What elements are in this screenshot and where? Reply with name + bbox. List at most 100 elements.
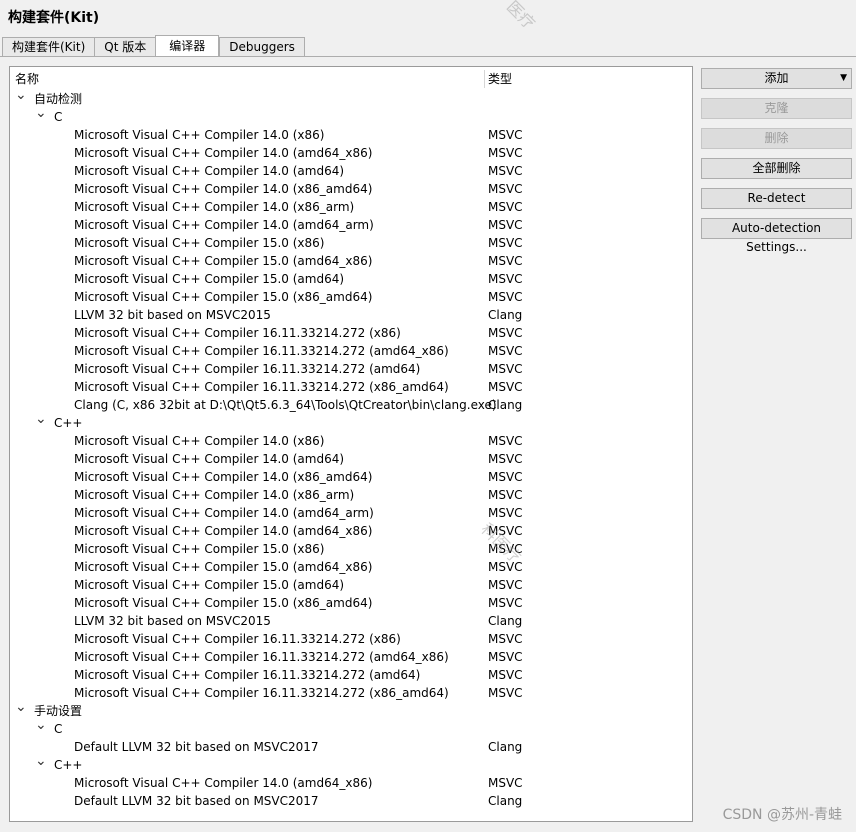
tree-row[interactable]: Microsoft Visual C++ Compiler 15.0 (amd6… [10,558,692,576]
tab-qt-versions[interactable]: Qt 版本 [94,37,156,56]
tree-row-type: MSVC [488,470,523,484]
tree-row-type: Clang [488,740,523,754]
column-header-type[interactable]: 类型 [488,70,512,88]
tree-row[interactable]: Microsoft Visual C++ Compiler 15.0 (x86)… [10,540,692,558]
tree-row-name: Microsoft Visual C++ Compiler 16.11.3321… [74,380,449,394]
tree-row-name: Microsoft Visual C++ Compiler 16.11.3321… [74,344,449,358]
remove-all-button[interactable]: 全部删除 [701,158,852,179]
tree-row[interactable]: Microsoft Visual C++ Compiler 16.11.3321… [10,666,692,684]
chevron-down-icon[interactable]: ⌄ [35,754,47,774]
tree-row-type: MSVC [488,290,523,304]
tree-group-row[interactable]: ⌄ C++ [10,754,692,774]
tree-row[interactable]: Microsoft Visual C++ Compiler 14.0 (amd6… [10,216,692,234]
tree-row-name: Microsoft Visual C++ Compiler 14.0 (amd6… [74,524,373,538]
tree-row-name: LLVM 32 bit based on MSVC2015 [74,614,271,628]
tree-row-name: Microsoft Visual C++ Compiler 14.0 (x86) [74,128,325,142]
tree-row[interactable]: Microsoft Visual C++ Compiler 14.0 (amd6… [10,162,692,180]
tree-row[interactable]: Microsoft Visual C++ Compiler 14.0 (x86_… [10,468,692,486]
page-title: 构建套件(Kit) [8,10,100,26]
tree-row[interactable]: Microsoft Visual C++ Compiler 15.0 (amd6… [10,252,692,270]
chevron-down-icon[interactable]: ⌄ [15,88,27,108]
remove-button[interactable]: 删除 [701,128,852,149]
compiler-tree[interactable]: 名称 类型 ⌄ 自动检测 ⌄ C Microsoft Visual C++ Compil… [9,66,693,822]
tree-row[interactable]: Microsoft Visual C++ Compiler 14.0 (amd6… [10,774,692,792]
tree-row-type: MSVC [488,344,523,358]
tree-row[interactable]: Microsoft Visual C++ Compiler 15.0 (x86_… [10,594,692,612]
tree-group-row[interactable]: ⌄ 自动检测 [10,88,692,108]
tree-row-name: Default LLVM 32 bit based on MSVC2017 [74,794,319,808]
chevron-down-icon[interactable]: ⌄ [15,700,27,720]
tree-row-name: Microsoft Visual C++ Compiler 16.11.3321… [74,686,449,700]
tree-row[interactable]: Microsoft Visual C++ Compiler 14.0 (x86_… [10,198,692,216]
tree-row-name: C++ [54,758,83,772]
tree-row-type: Clang [488,308,523,322]
tree-row[interactable]: LLVM 32 bit based on MSVC2015 Clang [10,612,692,630]
tree-row-name: Microsoft Visual C++ Compiler 16.11.3321… [74,650,449,664]
tree-row[interactable]: Microsoft Visual C++ Compiler 14.0 (x86)… [10,432,692,450]
tree-row-name: Microsoft Visual C++ Compiler 15.0 (amd6… [74,560,373,574]
chevron-down-icon[interactable]: ⌄ [35,412,47,432]
tree-row-name: Microsoft Visual C++ Compiler 15.0 (x86) [74,542,325,556]
column-header-name[interactable]: 名称 [15,70,39,88]
tree-group-row[interactable]: ⌄ C [10,718,692,738]
tree-row[interactable]: Microsoft Visual C++ Compiler 15.0 (x86)… [10,234,692,252]
tree-row[interactable]: LLVM 32 bit based on MSVC2015 Clang [10,306,692,324]
redetect-button[interactable]: Re-detect [701,188,852,209]
tree-row-type: MSVC [488,128,523,142]
tree-row[interactable]: Microsoft Visual C++ Compiler 16.11.3321… [10,684,692,702]
tree-row-name: Microsoft Visual C++ Compiler 14.0 (x86_… [74,470,373,484]
chevron-down-icon[interactable]: ⌄ [35,106,47,126]
column-separator[interactable] [484,70,485,88]
tree-group-row[interactable]: ⌄ C [10,106,692,126]
tree-row-name: Microsoft Visual C++ Compiler 14.0 (x86) [74,434,325,448]
tree-group-row[interactable]: ⌄ C++ [10,412,692,432]
tree-row-type: MSVC [488,452,523,466]
triangle-down-icon: ▼ [840,73,847,83]
tree-row[interactable]: Microsoft Visual C++ Compiler 15.0 (x86_… [10,288,692,306]
tree-row-type: MSVC [488,776,523,790]
tab-bar: 构建套件(Kit) Qt 版本 编译器 Debuggers [2,35,305,56]
tree-row[interactable]: Microsoft Visual C++ Compiler 16.11.3321… [10,378,692,396]
tree-row-name: C [54,722,63,736]
tree-row-type: Clang [488,794,523,808]
tree-row[interactable]: Microsoft Visual C++ Compiler 14.0 (x86_… [10,180,692,198]
tree-row-name: Microsoft Visual C++ Compiler 15.0 (amd6… [74,254,373,268]
tree-group-row[interactable]: ⌄ 手动设置 [10,700,692,720]
tree-row-name: C++ [54,416,83,430]
watermark-top: 医疗 [502,0,539,34]
chevron-down-icon[interactable]: ⌄ [35,718,47,738]
auto-detection-settings-button[interactable]: Auto-detection Settings... [701,218,852,254]
tree-row[interactable]: Microsoft Visual C++ Compiler 14.0 (amd6… [10,522,692,540]
credit-watermark: CSDN @苏州-青蛙 [722,807,842,823]
tree-row-name: Microsoft Visual C++ Compiler 15.0 (x86) [74,236,325,250]
tree-row-type: MSVC [488,686,523,700]
tree-row-name: Microsoft Visual C++ Compiler 15.0 (x86_… [74,596,373,610]
tree-row[interactable]: Microsoft Visual C++ Compiler 16.11.3321… [10,342,692,360]
tree-row-name: Microsoft Visual C++ Compiler 16.11.3321… [74,632,401,646]
tree-row[interactable]: Microsoft Visual C++ Compiler 16.11.3321… [10,360,692,378]
tree-row-name: Microsoft Visual C++ Compiler 16.11.3321… [74,326,401,340]
tree-row[interactable]: Microsoft Visual C++ Compiler 15.0 (amd6… [10,576,692,594]
tree-row[interactable]: Microsoft Visual C++ Compiler 16.11.3321… [10,648,692,666]
tree-row[interactable]: Microsoft Visual C++ Compiler 14.0 (amd6… [10,504,692,522]
tree-row-name: Microsoft Visual C++ Compiler 15.0 (amd6… [74,578,345,592]
tree-row[interactable]: Clang (C, x86 32bit at D:\Qt\Qt5.6.3_64\… [10,396,692,414]
tab-kits[interactable]: 构建套件(Kit) [2,37,95,56]
tree-row[interactable]: Microsoft Visual C++ Compiler 14.0 (x86_… [10,486,692,504]
tree-row[interactable]: Microsoft Visual C++ Compiler 14.0 (amd6… [10,144,692,162]
tab-compilers[interactable]: 编译器 [155,35,220,56]
add-button[interactable]: 添加 ▼ [701,68,852,89]
tree-row[interactable]: Default LLVM 32 bit based on MSVC2017 Cla… [10,792,692,810]
tree-row-type: MSVC [488,218,523,232]
tree-row[interactable]: Microsoft Visual C++ Compiler 16.11.3321… [10,630,692,648]
tree-row-name: Microsoft Visual C++ Compiler 14.0 (amd6… [74,218,374,232]
tree-row-type: Clang [488,398,523,412]
clone-button[interactable]: 克隆 [701,98,852,119]
tree-row[interactable]: Microsoft Visual C++ Compiler 14.0 (x86)… [10,126,692,144]
tree-row[interactable]: Microsoft Visual C++ Compiler 16.11.3321… [10,324,692,342]
tab-debuggers[interactable]: Debuggers [219,37,305,56]
tree-row[interactable]: Microsoft Visual C++ Compiler 15.0 (amd6… [10,270,692,288]
tree-row[interactable]: Default LLVM 32 bit based on MSVC2017 Cla… [10,738,692,756]
tree-row[interactable]: Microsoft Visual C++ Compiler 14.0 (amd6… [10,450,692,468]
tree-row-type: MSVC [488,434,523,448]
